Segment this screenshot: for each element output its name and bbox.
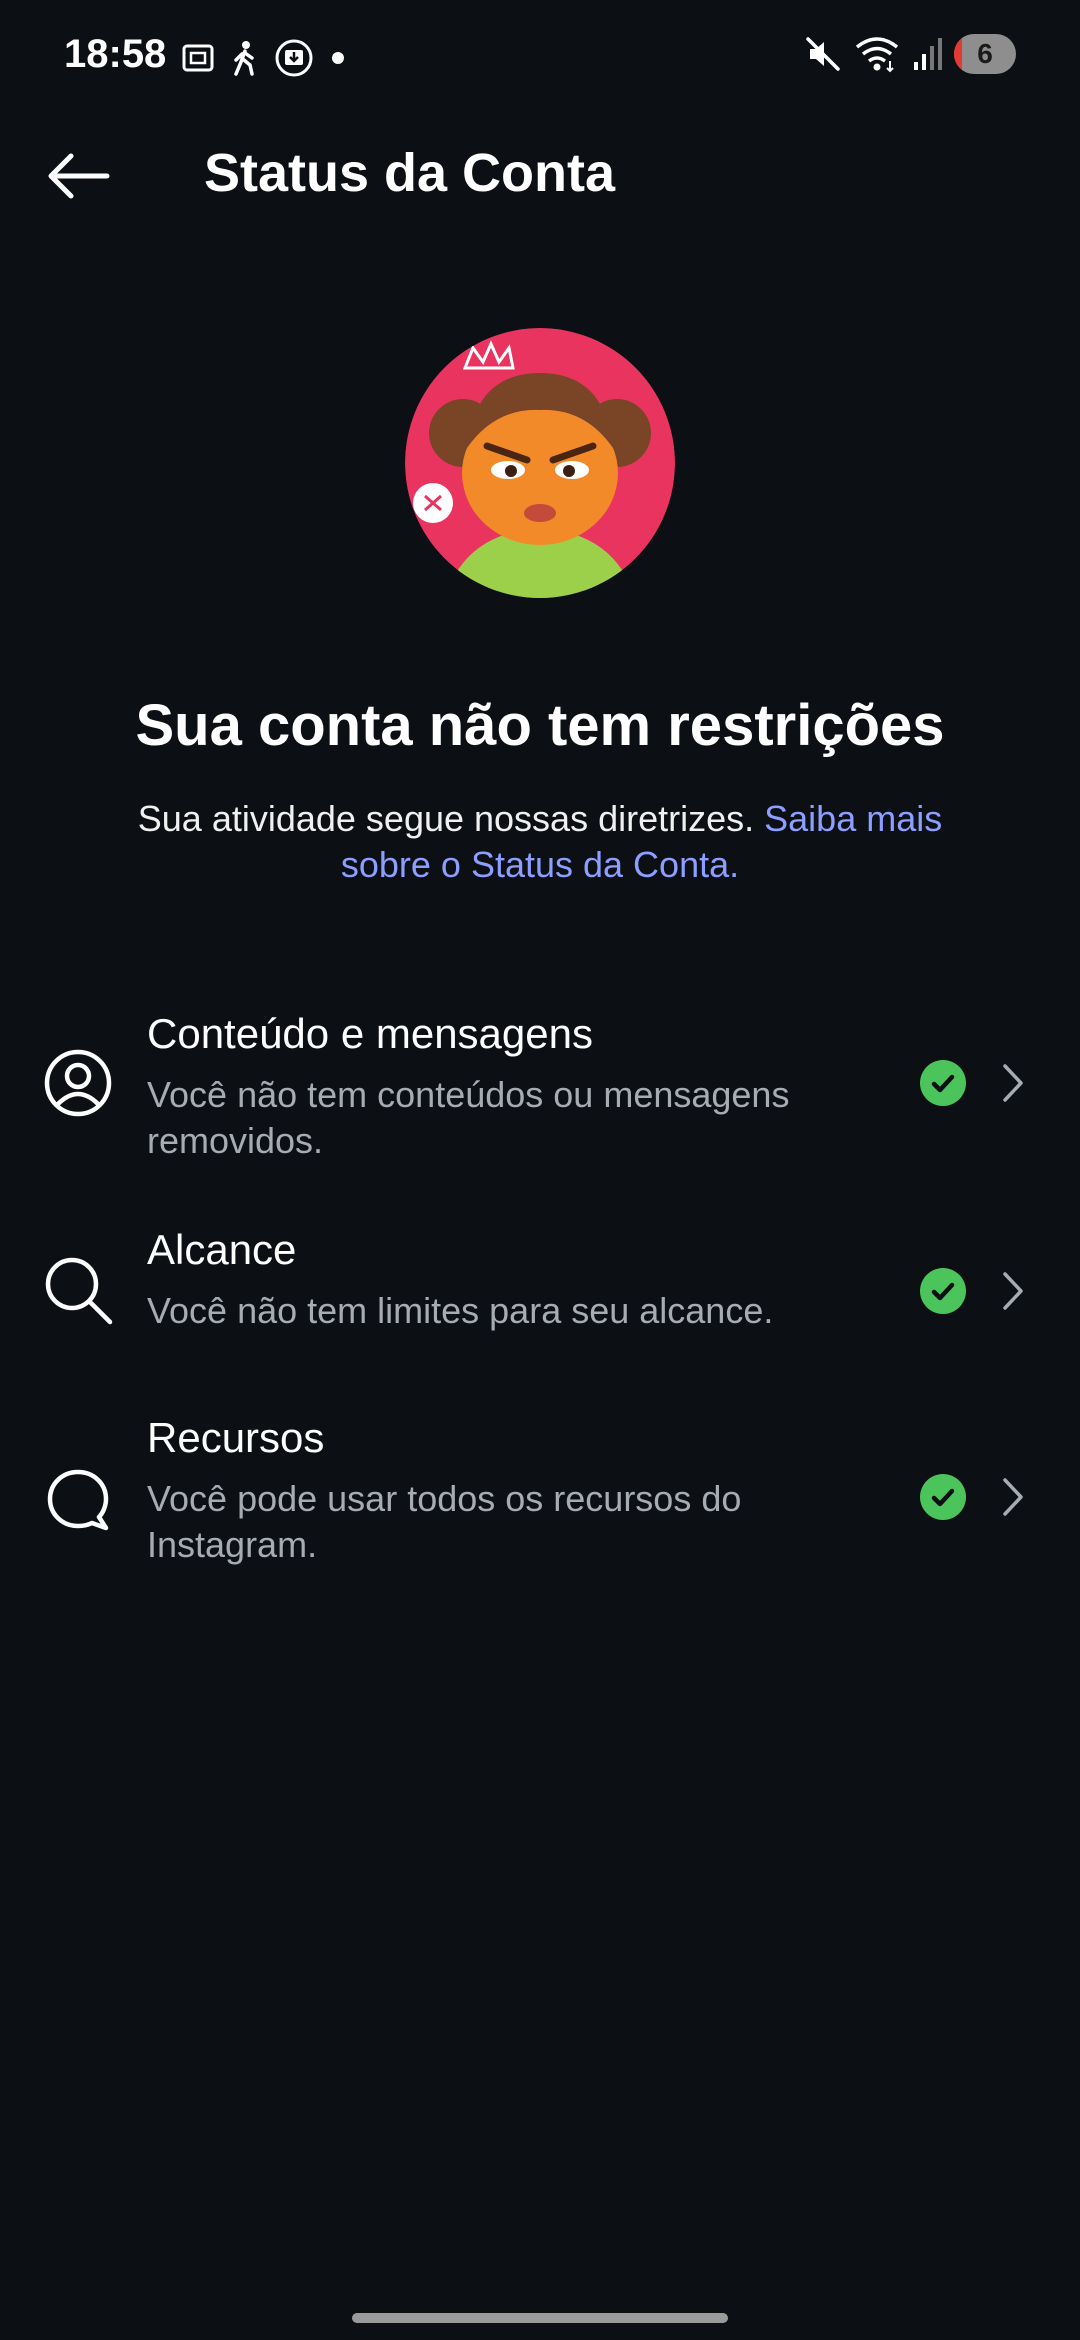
status-left-icons [180,38,348,78]
list-item-title: Alcance [147,1226,297,1273]
chevron-right-icon [998,1060,1028,1106]
walking-icon [234,41,254,76]
screenshot-icon [182,44,214,72]
status-headline: Sua conta não tem restrições [135,693,945,758]
status-description: Sua atividade segue nossas diretrizes. S… [90,796,990,888]
list-item-description: Você não tem limites para seu alcance. [147,1290,774,1331]
chevron-right-icon [998,1474,1028,1520]
dot-icon [332,52,344,64]
battery-level: 6 [977,38,993,69]
status-right-icons: 6 [804,34,1016,74]
download-icon [275,39,313,77]
signal-icon [914,38,942,70]
list-item-title: Conteúdo e mensagens [147,1010,593,1057]
check-circle-icon [920,1268,966,1314]
list-item-title: Recursos [147,1414,325,1461]
arrow-left-icon [48,153,110,199]
description-text: Sua atividade segue nossas diretrizes. [137,798,755,839]
wifi-icon [855,37,899,73]
status-time: 18:58 [64,32,167,76]
check-circle-icon [920,1060,966,1106]
user-circle-icon [40,1045,116,1121]
home-indicator[interactable] [352,2313,728,2323]
list-item-reach[interactable]: Alcance Você não tem limites para seu al… [0,1226,1080,1366]
chevron-right-icon [998,1268,1028,1314]
list-item-content-messages[interactable]: Conteúdo e mensagens Você não tem conteú… [0,990,1080,1190]
status-bar: 18:58 6 [0,0,1080,120]
battery-icon: 6 [954,34,1016,74]
check-circle-icon [920,1474,966,1520]
avatar [405,328,675,598]
app-header: Status da Conta [0,120,1080,230]
list-item-features[interactable]: Recursos Você pode usar todos os recurso… [0,1414,1080,1614]
search-icon [40,1252,116,1328]
list-item-description: Você pode usar todos os recursos do Inst… [147,1478,742,1565]
page-title: Status da Conta [204,143,616,203]
back-button[interactable] [40,138,116,214]
mute-icon [806,37,840,71]
message-bubble-icon [40,1462,116,1538]
list-item-description: Você não tem conteúdos ou mensagens remo… [147,1074,790,1161]
